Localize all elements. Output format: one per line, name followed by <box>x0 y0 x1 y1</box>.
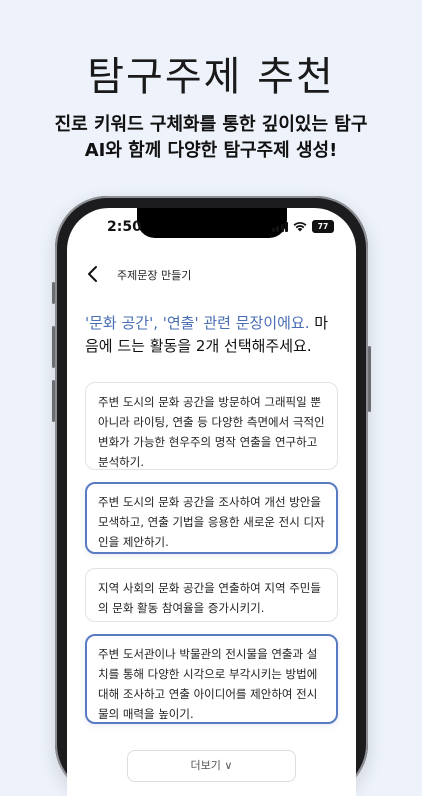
phone-screen: 2:50 77 주제문장 만들기 '문화 공간', '연출' 관련 문장이에요.… <box>67 208 356 796</box>
activity-option-3[interactable]: 지역 사회의 문화 공간을 연출하여 지역 주민들의 문화 활동 참여율을 증가… <box>85 568 338 622</box>
activity-option-2-selected[interactable]: 주변 도시의 문화 공간을 조사하여 개선 방안을 모색하고, 연출 기법을 응… <box>85 482 338 554</box>
cellular-signal-icon <box>271 221 288 232</box>
status-time: 2:50 <box>107 219 142 235</box>
battery-icon: 77 <box>312 220 334 233</box>
nav-bar: 주제문장 만들기 <box>67 260 356 288</box>
status-icons: 77 <box>271 220 334 233</box>
activity-option-4-selected[interactable]: 주변 도서관이나 박물관의 전시물을 연출과 설치를 통해 다양한 시각으로 부… <box>85 634 338 724</box>
promo-subtitle: 진로 키워드 구체화를 통한 깊이있는 탐구 AI와 함께 다양한 탐구주제 생… <box>20 112 402 164</box>
activity-option-1[interactable]: 주변 도시의 문화 공간을 방문하여 그래픽일 뿐 아니라 라이팅, 연출 등 … <box>85 382 338 470</box>
mute-switch <box>52 282 55 304</box>
promo-title: 탐구주제 추천 <box>87 54 335 100</box>
back-chevron-icon[interactable] <box>83 264 103 284</box>
promo-subtitle-line-1: 진로 키워드 구체화를 통한 깊이있는 탐구 <box>54 114 368 135</box>
volume-down-button <box>52 380 55 422</box>
phone-frame: 2:50 77 주제문장 만들기 '문화 공간', '연출' 관련 문장이에요.… <box>52 196 371 796</box>
page-title: 주제문장 만들기 <box>117 269 192 282</box>
instruction-highlight: '문화 공간', '연출' 관련 문장이에요. <box>85 314 310 332</box>
more-button[interactable]: 더보기 ∨ <box>127 750 296 782</box>
instruction-text: '문화 공간', '연출' 관련 문장이에요. 마음에 드는 활동을 2개 선택… <box>85 312 338 358</box>
wifi-icon <box>293 222 307 232</box>
promo-subtitle-line-2: AI와 함께 다양한 탐구주제 생성! <box>84 140 338 161</box>
volume-up-button <box>52 326 55 368</box>
notch <box>136 208 287 238</box>
power-button <box>368 346 371 412</box>
